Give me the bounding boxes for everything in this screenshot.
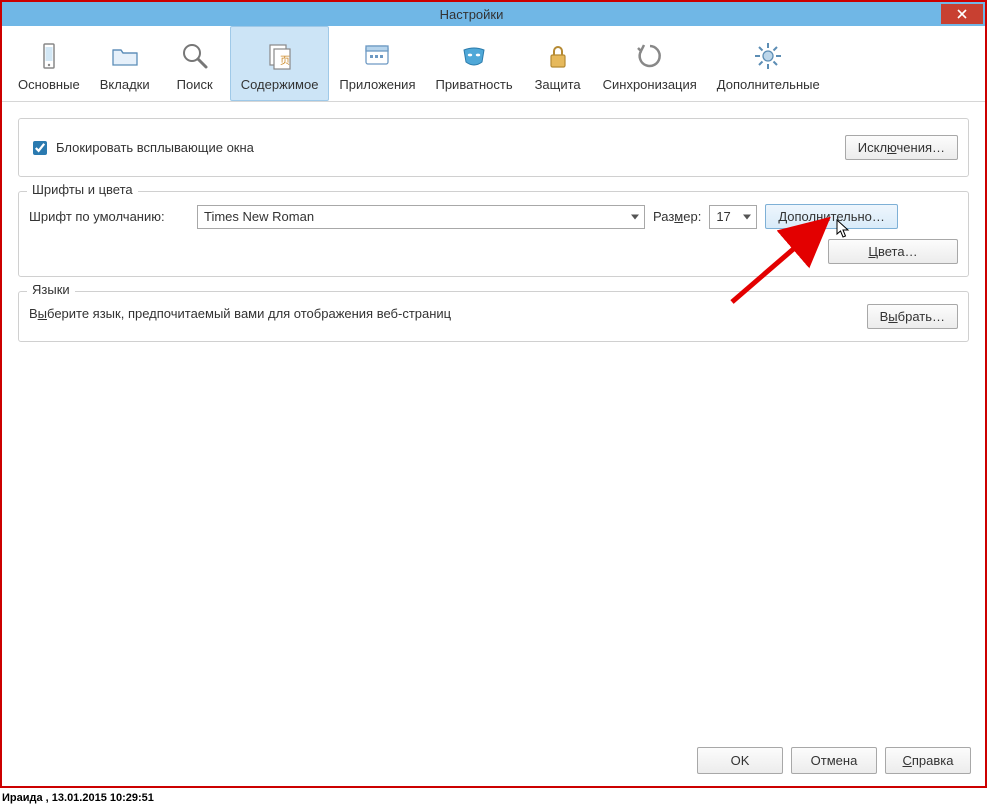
colors-button[interactable]: Цвета… <box>828 239 958 264</box>
applications-icon <box>360 39 394 73</box>
toolbar-label: Синхронизация <box>603 77 697 92</box>
lock-icon <box>541 39 575 73</box>
toolbar-privacy[interactable]: Приватность <box>425 26 522 101</box>
toolbar-label: Вкладки <box>100 77 150 92</box>
exceptions-button[interactable]: Исключения… <box>845 135 958 160</box>
titlebar: Настройки <box>2 2 985 26</box>
toolbar-content[interactable]: 页 Содержимое <box>230 26 330 101</box>
toolbar-label: Приватность <box>435 77 512 92</box>
chevron-down-icon <box>631 214 639 219</box>
window-title: Настройки <box>2 7 941 22</box>
phone-icon <box>32 39 66 73</box>
block-popups-checkbox[interactable]: Блокировать всплывающие окна <box>29 138 254 158</box>
toolbar-tabs[interactable]: Вкладки <box>90 26 160 101</box>
default-font-value: Times New Roman <box>204 209 314 224</box>
toolbar-search[interactable]: Поиск <box>160 26 230 101</box>
toolbar-label: Содержимое <box>241 77 319 92</box>
fonts-advanced-button[interactable]: Дополнительно… <box>765 204 898 229</box>
help-button[interactable]: Справка <box>885 747 971 774</box>
sync-icon <box>633 39 667 73</box>
toolbar-label: Дополнительные <box>717 77 820 92</box>
default-font-label: Шрифт по умолчанию: <box>29 209 189 224</box>
languages-group: Языки Выберите язык, предпочитаемый вами… <box>18 291 969 342</box>
toolbar-security[interactable]: Защита <box>523 26 593 101</box>
default-font-select[interactable]: Times New Roman <box>197 205 645 229</box>
cancel-button[interactable]: Отмена <box>791 747 877 774</box>
toolbar-label: Защита <box>535 77 581 92</box>
toolbar-label: Приложения <box>339 77 415 92</box>
languages-legend: Языки <box>27 282 75 297</box>
gear-icon <box>751 39 785 73</box>
mask-icon <box>457 39 491 73</box>
popup-group: Блокировать всплывающие окна Исключения… <box>18 118 969 177</box>
block-popups-input[interactable] <box>33 141 47 155</box>
svg-text:页: 页 <box>280 55 290 67</box>
fonts-legend: Шрифты и цвета <box>27 182 138 197</box>
toolbar: Основные Вкладки Поиск 页 Содержимое Прил… <box>2 26 985 102</box>
fonts-colors-group: Шрифты и цвета Шрифт по умолчанию: Times… <box>18 191 969 277</box>
size-label: Размер: <box>653 209 701 224</box>
toolbar-sync[interactable]: Синхронизация <box>593 26 707 101</box>
toolbar-general[interactable]: Основные <box>8 26 90 101</box>
toolbar-label: Основные <box>18 77 80 92</box>
content-icon: 页 <box>263 39 297 73</box>
content-panel: Блокировать всплывающие окна Исключения…… <box>2 102 985 786</box>
close-button[interactable] <box>941 4 983 24</box>
settings-window: Настройки Основные Вкладки Поиск 页 <box>0 0 987 788</box>
folder-icon <box>108 39 142 73</box>
size-value: 17 <box>716 209 730 224</box>
dialog-buttons: OK Отмена Справка <box>697 747 971 774</box>
choose-language-button[interactable]: Выбрать… <box>867 304 958 329</box>
chevron-down-icon <box>743 214 751 219</box>
toolbar-applications[interactable]: Приложения <box>329 26 425 101</box>
block-popups-label: Блокировать всплывающие окна <box>56 140 254 155</box>
close-icon <box>957 9 967 19</box>
footer-caption: Ираида , 13.01.2015 10:29:51 <box>0 788 987 804</box>
ok-button[interactable]: OK <box>697 747 783 774</box>
search-icon <box>178 39 212 73</box>
languages-text: Выберите язык, предпочитаемый вами для о… <box>29 304 451 321</box>
toolbar-label: Поиск <box>177 77 213 92</box>
toolbar-advanced[interactable]: Дополнительные <box>707 26 830 101</box>
size-select[interactable]: 17 <box>709 205 757 229</box>
